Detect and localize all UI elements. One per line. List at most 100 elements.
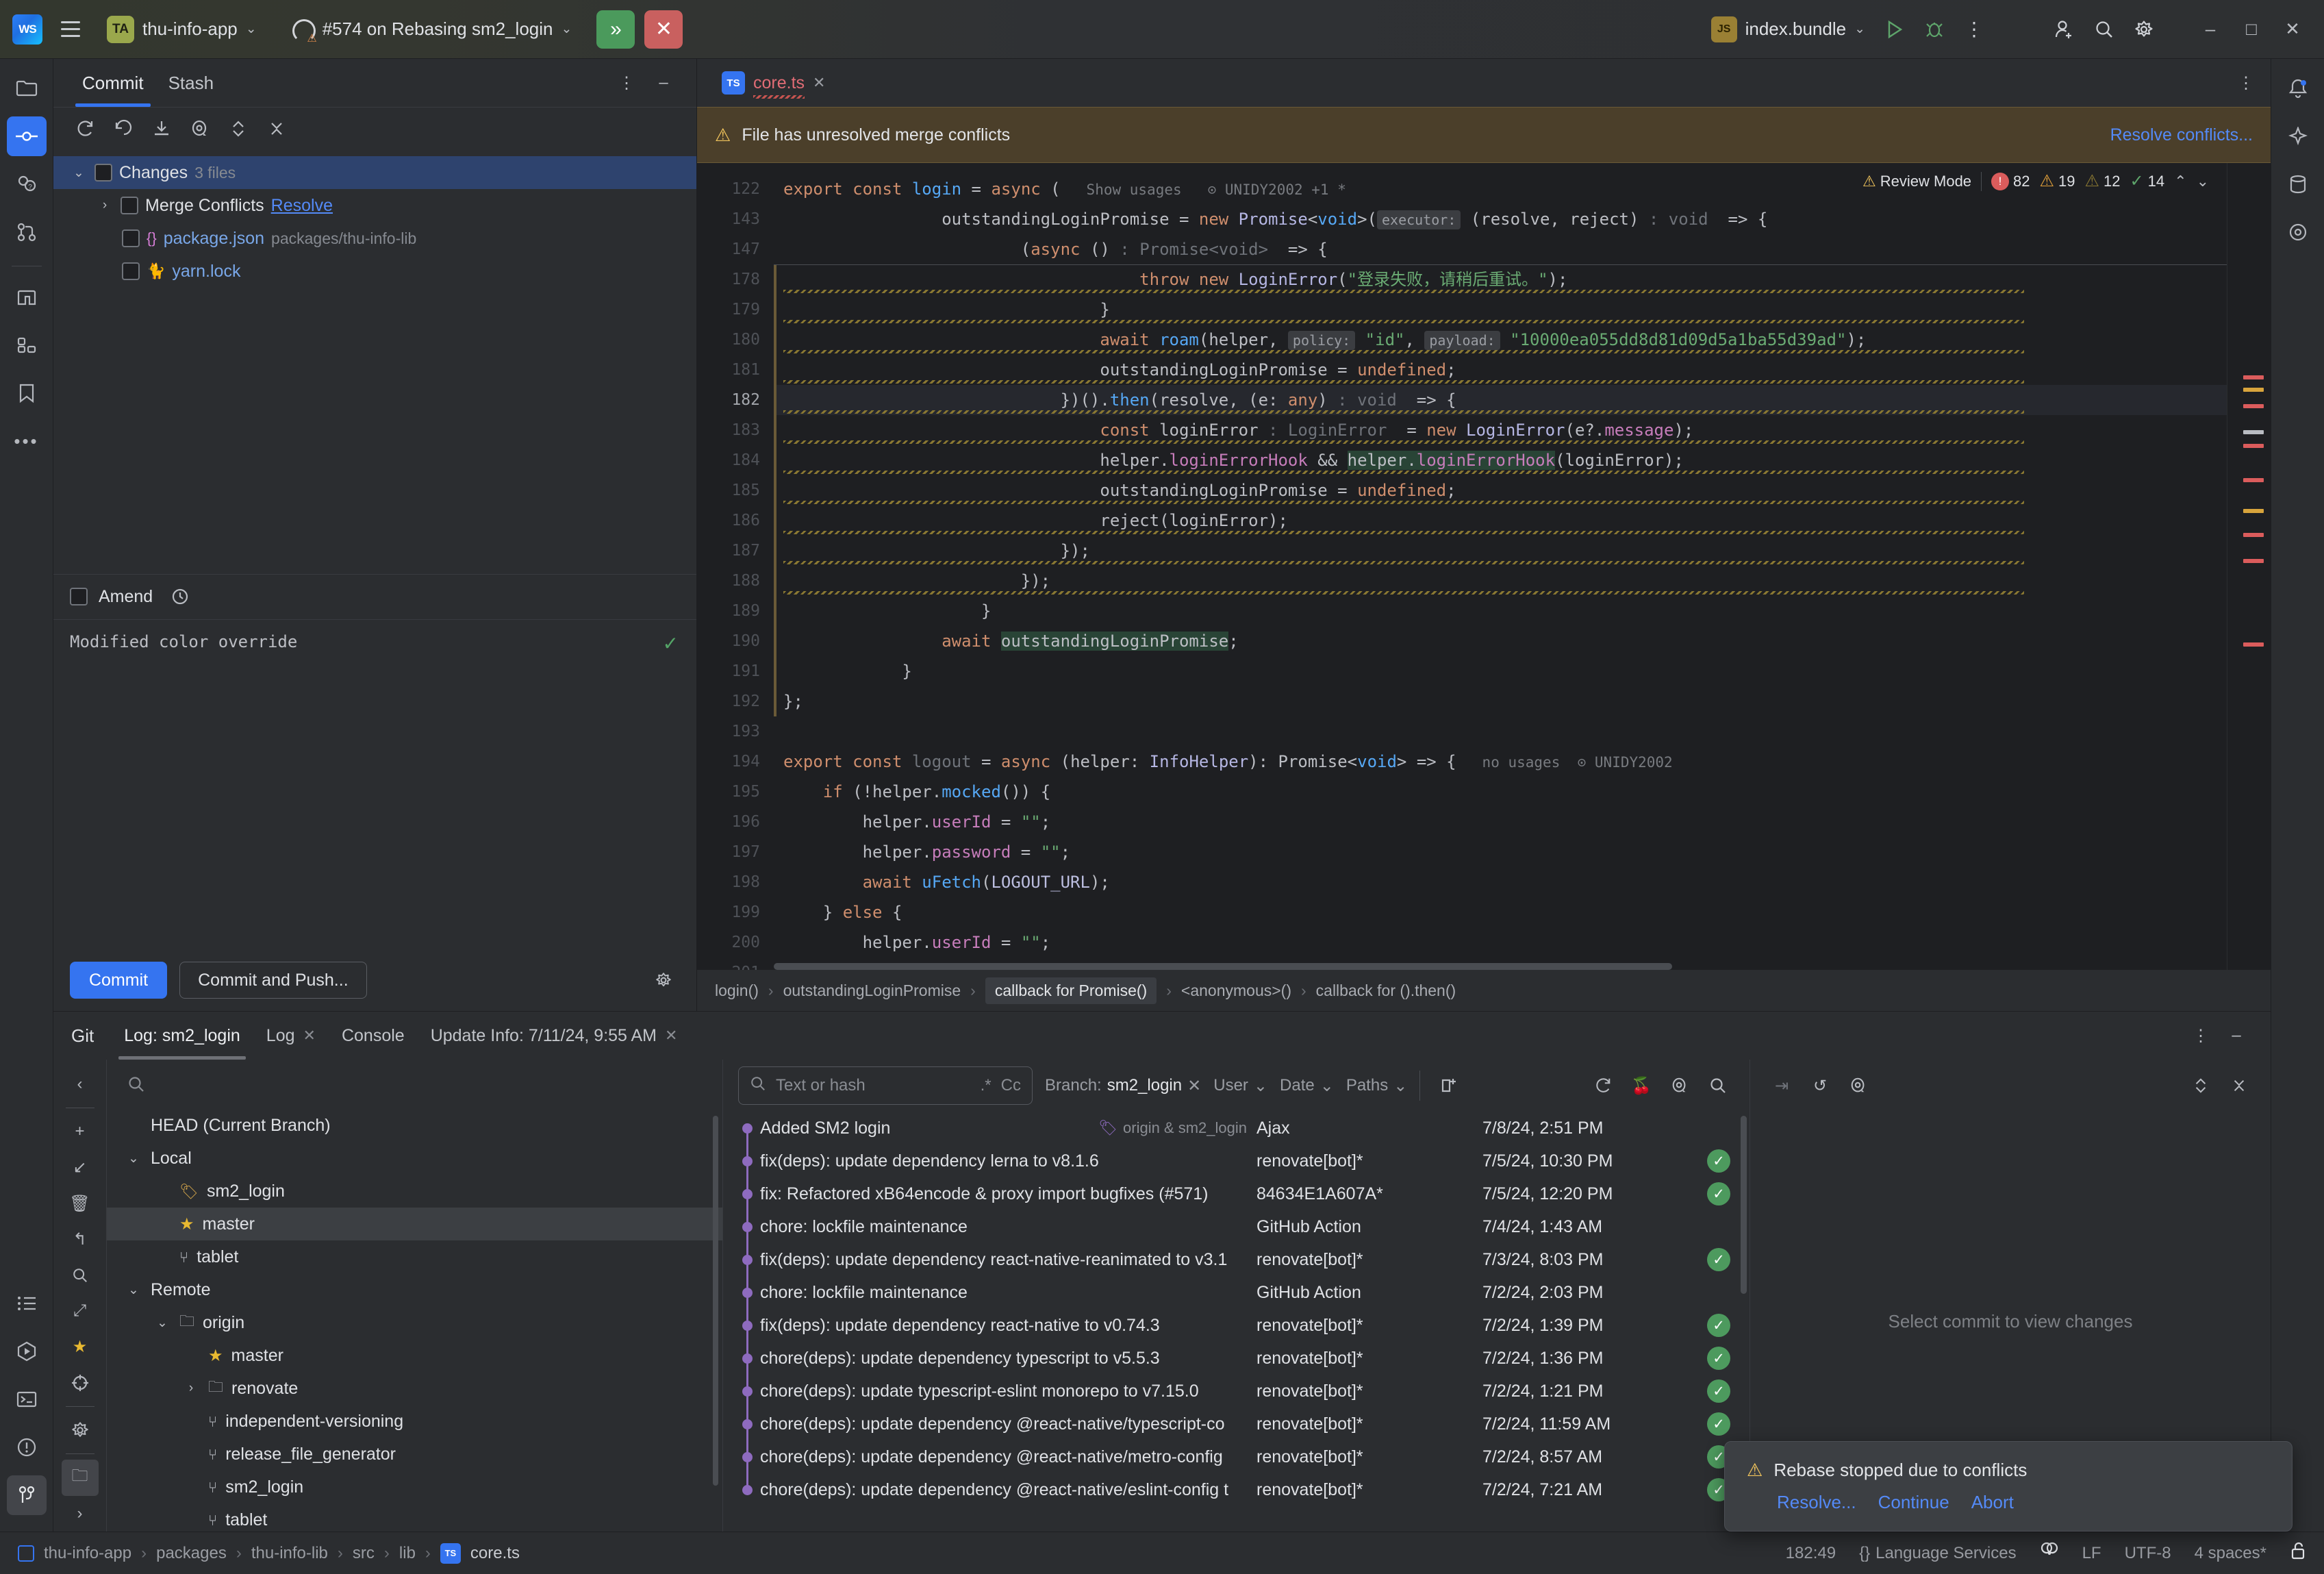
collapse-all-icon[interactable]: [2223, 1069, 2256, 1102]
more-options-icon[interactable]: ⋮: [610, 66, 643, 99]
branch-tree-item[interactable]: HEAD (Current Branch): [107, 1109, 722, 1142]
code-line[interactable]: outstandingLoginPromise = undefined;: [774, 475, 2271, 505]
log-search-input[interactable]: Text or hash .* Cc: [738, 1066, 1033, 1105]
add-branch-icon[interactable]: +: [62, 1114, 99, 1149]
breadcrumb-item[interactable]: callback for Promise(): [985, 977, 1157, 1004]
tab-commit[interactable]: Commit: [70, 59, 156, 107]
paths-filter[interactable]: Paths ⌄: [1346, 1076, 1407, 1096]
diff-icon[interactable]: [184, 112, 216, 145]
target-icon[interactable]: [62, 1365, 99, 1401]
close-icon[interactable]: ✕: [665, 1012, 677, 1060]
commit-build-status[interactable]: ✓: [1688, 1379, 1750, 1403]
chevron-down-icon[interactable]: ⌄: [125, 1282, 142, 1298]
close-window-button[interactable]: ✕: [2273, 10, 2312, 49]
code-line[interactable]: [774, 716, 2271, 747]
debug-button[interactable]: [1916, 11, 1953, 48]
tree-node-package-json[interactable]: {} package.json packages/thu-info-lib: [53, 222, 696, 255]
commit-row[interactable]: fix(deps): update dependency lerna to v8…: [723, 1145, 1750, 1177]
commit-row[interactable]: fix: Refactored xB64encode & proxy impor…: [723, 1177, 1750, 1210]
close-icon[interactable]: ✕: [813, 74, 825, 92]
code-line[interactable]: }: [774, 295, 2271, 325]
commit-message-field[interactable]: Modified color override ✓: [53, 619, 696, 949]
branch-tree-item[interactable]: ⑂ tablet: [107, 1240, 722, 1273]
refresh-icon[interactable]: [1587, 1069, 1619, 1102]
code-content[interactable]: export const login = async ( Show usages…: [774, 163, 2271, 970]
code-line[interactable]: await outstandingLoginPromise;: [774, 626, 2271, 656]
main-menu-icon[interactable]: [55, 14, 86, 45]
delete-branch-icon[interactable]: 🗑: [62, 1186, 99, 1221]
tab-log[interactable]: Log ✕: [255, 1012, 327, 1060]
sidebar-item-problems[interactable]: [7, 1427, 47, 1467]
search-icon[interactable]: [62, 1258, 99, 1293]
git-settings-gear-icon[interactable]: [62, 1412, 99, 1448]
breadcrumb-item[interactable]: outstandingLoginPromise: [783, 982, 961, 1000]
code-line[interactable]: outstandingLoginPromise = undefined;: [774, 355, 2271, 385]
search-icon[interactable]: [1702, 1069, 1734, 1102]
close-icon[interactable]: ✕: [303, 1012, 316, 1060]
chevron-down-icon[interactable]: ⌄: [125, 1151, 142, 1166]
sidebar-item-terminal[interactable]: [7, 1379, 47, 1419]
line-separator[interactable]: LF: [2082, 1544, 2101, 1563]
commit-row[interactable]: chore(deps): update typescript-eslint mo…: [723, 1375, 1750, 1408]
expand-all-icon[interactable]: [2184, 1069, 2217, 1102]
sidebar-item-todo[interactable]: [7, 1284, 47, 1323]
code-line[interactable]: await roam(helper, policy: "id", payload…: [774, 325, 2271, 355]
breadcrumb-item[interactable]: callback for ().then(): [1316, 982, 1456, 1000]
regex-toggle[interactable]: .*: [981, 1076, 992, 1095]
chevron-right-icon[interactable]: ›: [182, 1381, 200, 1396]
search-icon[interactable]: [2086, 11, 2123, 48]
show-folders-icon[interactable]: 🗀: [61, 1460, 99, 1496]
file-encoding[interactable]: UTF-8: [2125, 1544, 2171, 1563]
branch-search-input[interactable]: [107, 1060, 722, 1109]
package-json-checkbox[interactable]: [122, 229, 140, 247]
code-viewport[interactable]: 122 143 147 178 179 180 181 182 183 184 185 186 187 1…: [697, 163, 2271, 970]
branch-tree-item[interactable]: ★ master: [107, 1339, 722, 1372]
sidebar-item-pull-requests[interactable]: ?: [7, 164, 47, 204]
run-button[interactable]: [1876, 11, 1913, 48]
revert-icon[interactable]: ↺: [1804, 1069, 1836, 1102]
editor-tab-core-ts[interactable]: TS core.ts ✕: [709, 59, 837, 107]
code-line[interactable]: helper.loginErrorHook && helper.loginErr…: [774, 445, 2271, 475]
code-line[interactable]: export const logout = async (helper: Inf…: [774, 747, 2271, 777]
commit-row[interactable]: fix(deps): update dependency react-nativ…: [723, 1243, 1750, 1276]
expand-all-icon[interactable]: [222, 112, 255, 145]
apply-changes-icon[interactable]: ⇥: [1765, 1069, 1798, 1102]
diff-icon[interactable]: [1663, 1069, 1696, 1102]
branch-tree-item[interactable]: ⑂ sm2_login: [107, 1471, 722, 1503]
run-configuration-selector[interactable]: JS index.bundle ⌄: [1703, 12, 1873, 47]
code-line[interactable]: await uFetch(LOGOUT_URL);: [774, 867, 2271, 897]
update-icon[interactable]: [145, 112, 178, 145]
chevron-down-icon[interactable]: ⌄: [70, 165, 88, 181]
tree-node-yarn-lock[interactable]: 🐈 yarn.lock: [53, 255, 696, 288]
next-highlight-icon[interactable]: ⌄: [2197, 173, 2209, 190]
notification-continue-link[interactable]: Continue: [1878, 1492, 1949, 1513]
collapse-all-icon[interactable]: [260, 112, 293, 145]
branch-tree-item[interactable]: ⑂ release_file_generator: [107, 1438, 722, 1471]
minimize-icon[interactable]: –: [647, 66, 680, 99]
branch-tree-item[interactable]: ⑂ independent-versioning: [107, 1405, 722, 1438]
case-sensitive-toggle[interactable]: Cc: [1001, 1076, 1021, 1095]
rebase-icon[interactable]: ↰: [62, 1221, 99, 1257]
prev-highlight-icon[interactable]: ⌃: [2174, 173, 2186, 190]
expand-icon[interactable]: ⤢: [62, 1293, 99, 1329]
status-breadcrumb-item[interactable]: lib: [399, 1544, 416, 1563]
caret-position[interactable]: 182:49: [1786, 1544, 1836, 1563]
commit-row[interactable]: chore: lockfile maintenance GitHub Action…: [723, 1210, 1750, 1243]
breadcrumb-item[interactable]: <anonymous>(): [1181, 982, 1291, 1000]
tree-node-changes[interactable]: ⌄ Changes 3 files: [53, 156, 696, 189]
branch-tree-item[interactable]: ⑂ tablet: [107, 1503, 722, 1532]
sidebar-item-run[interactable]: [7, 1332, 47, 1371]
more-options-icon[interactable]: ⋮: [2184, 1019, 2217, 1052]
warning-count[interactable]: ⚠ 19: [2040, 171, 2075, 191]
rollback-icon[interactable]: [107, 112, 140, 145]
rebase-continue-button[interactable]: »: [596, 10, 635, 49]
code-line[interactable]: (async () : Promise<void> => {: [774, 234, 2271, 264]
resolve-link[interactable]: Resolve: [271, 196, 333, 216]
open-in-new-tab-icon[interactable]: [1432, 1069, 1465, 1102]
sidebar-item-git[interactable]: [6, 1475, 47, 1515]
tree-node-merge-conflicts[interactable]: › Merge Conflicts Resolve: [53, 189, 696, 222]
project-selector[interactable]: TA thu-info-app ⌄: [97, 12, 266, 47]
code-line[interactable]: helper.password = "";: [774, 837, 2271, 867]
indent-setting[interactable]: 4 spaces*: [2195, 1544, 2266, 1563]
tab-console[interactable]: Console: [331, 1012, 416, 1060]
